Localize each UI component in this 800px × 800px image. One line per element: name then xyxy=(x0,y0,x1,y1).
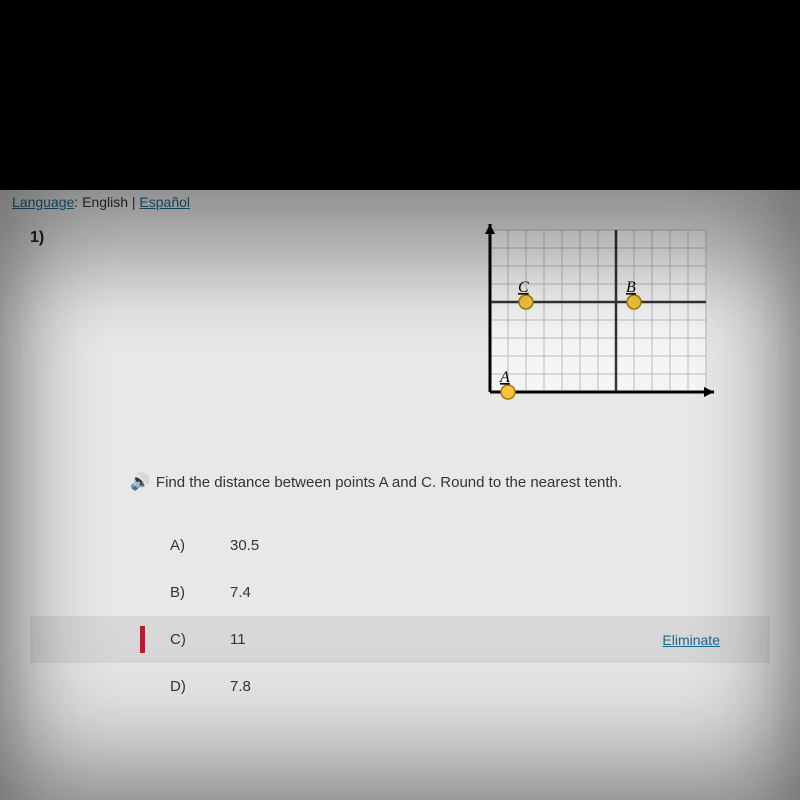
coordinate-graph: C B A xyxy=(460,220,720,420)
language-current: English xyxy=(82,194,128,210)
choice-letter: C) xyxy=(170,631,230,648)
point-c-label: C xyxy=(518,279,529,296)
choice-value: 7.8 xyxy=(230,678,251,695)
point-b-label: B xyxy=(626,279,636,296)
language-alternative-link[interactable]: Español xyxy=(139,194,190,210)
question-prompt-row: 🔊 Find the distance between points A and… xyxy=(30,472,770,492)
point-c-marker xyxy=(519,295,533,309)
speaker-icon[interactable]: 🔊 xyxy=(130,472,150,492)
choice-value: 30.5 xyxy=(230,537,259,554)
content-area: Language: English | Español 1) xyxy=(0,190,800,800)
choice-letter: D) xyxy=(170,678,230,695)
choice-value: 11 xyxy=(230,631,246,648)
eliminate-link[interactable]: Eliminate xyxy=(662,632,720,648)
choice-a[interactable]: A) 30.5 xyxy=(30,522,770,569)
choice-c[interactable]: C) 11 Eliminate xyxy=(30,616,770,663)
choice-letter: A) xyxy=(170,537,230,554)
language-bar: Language: English | Español xyxy=(0,190,800,214)
choice-value: 7.4 xyxy=(230,584,251,601)
graph-svg: C B A xyxy=(460,220,720,420)
question-text: Find the distance between points A and C… xyxy=(156,474,622,491)
choice-letter: B) xyxy=(170,584,230,601)
question-area: 1) xyxy=(0,214,800,725)
top-black-bar xyxy=(0,0,800,190)
point-b-marker xyxy=(627,295,641,309)
point-a-marker xyxy=(501,385,515,399)
language-label: Language xyxy=(12,194,74,210)
choice-d[interactable]: D) 7.8 xyxy=(30,663,770,710)
language-separator: | xyxy=(132,194,136,210)
point-a-label: A xyxy=(499,369,510,386)
choice-b[interactable]: B) 7.4 xyxy=(30,569,770,616)
answer-choices: A) 30.5 B) 7.4 C) 11 Eliminate D) 7.8 xyxy=(30,522,770,710)
